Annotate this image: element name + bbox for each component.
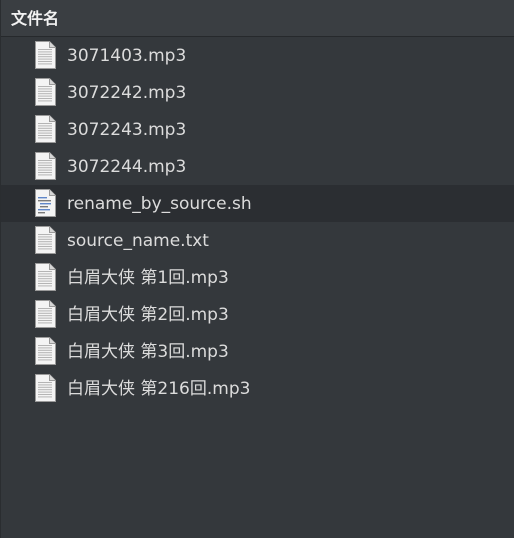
file-name: 3071403.mp3 — [67, 46, 187, 66]
text-file-icon — [34, 226, 56, 254]
file-list: 3071403.mp3 3072242.mp3 3072243.mp3 3072… — [1, 37, 514, 407]
file-row[interactable]: 白眉大侠 第2回.mp3 — [1, 296, 514, 333]
file-name: 白眉大侠 第3回.mp3 — [67, 342, 229, 362]
file-row[interactable]: 白眉大侠 第1回.mp3 — [1, 259, 514, 296]
audio-file-icon — [34, 152, 56, 180]
file-row-selected[interactable]: rename_by_source.sh — [1, 185, 514, 222]
script-file-icon — [34, 189, 56, 217]
column-header-label: 文件名 — [11, 9, 60, 28]
file-row[interactable]: source_name.txt — [1, 222, 514, 259]
audio-file-icon — [34, 337, 56, 365]
file-name: 3072242.mp3 — [67, 83, 187, 103]
file-row[interactable]: 白眉大侠 第3回.mp3 — [1, 333, 514, 370]
file-list-pane: 文件名 3071403.mp3 3072242.mp3 3072243.mp3 … — [0, 0, 514, 538]
file-name: 白眉大侠 第216回.mp3 — [67, 379, 251, 399]
file-row[interactable]: 3072242.mp3 — [1, 74, 514, 111]
file-name: 3072243.mp3 — [67, 120, 187, 140]
file-name: 白眉大侠 第1回.mp3 — [67, 268, 229, 288]
file-row[interactable]: 3071403.mp3 — [1, 37, 514, 74]
file-name: 3072244.mp3 — [67, 157, 187, 177]
column-header-name[interactable]: 文件名 — [1, 0, 514, 37]
file-row[interactable]: 3072243.mp3 — [1, 111, 514, 148]
file-name: 白眉大侠 第2回.mp3 — [67, 305, 229, 325]
audio-file-icon — [34, 374, 56, 402]
file-row[interactable]: 3072244.mp3 — [1, 148, 514, 185]
file-name: source_name.txt — [67, 231, 209, 251]
audio-file-icon — [34, 78, 56, 106]
audio-file-icon — [34, 263, 56, 291]
audio-file-icon — [34, 41, 56, 69]
file-name: rename_by_source.sh — [67, 194, 252, 214]
audio-file-icon — [34, 300, 56, 328]
file-row[interactable]: 白眉大侠 第216回.mp3 — [1, 370, 514, 407]
audio-file-icon — [34, 115, 56, 143]
